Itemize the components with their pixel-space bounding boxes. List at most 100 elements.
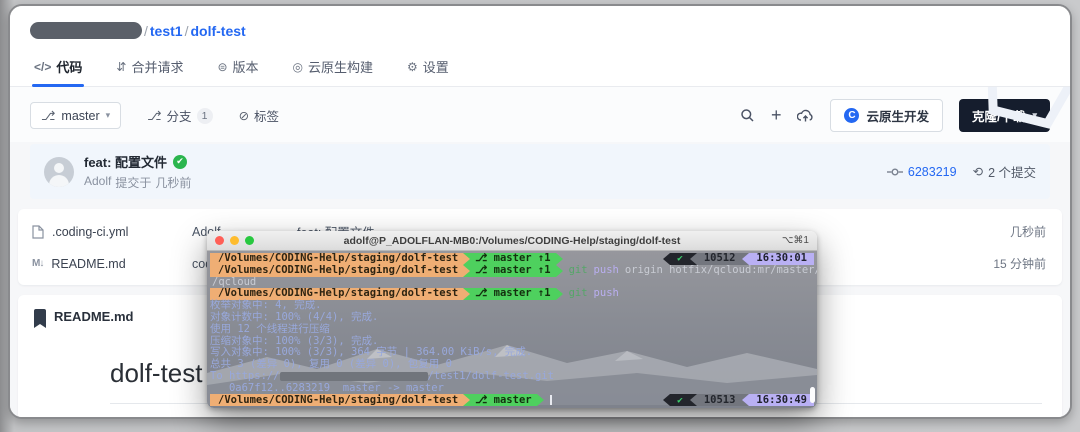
status-ok-icon: ✔ — [670, 394, 690, 407]
maximize-icon[interactable] — [245, 236, 254, 245]
command-subcommand: push — [593, 287, 619, 300]
breadcrumb-separator: / — [184, 22, 189, 39]
toolbar-actions: + C 云原生开发 克隆/下载 ▾ — [740, 99, 1050, 132]
commit-action: 提交于 — [115, 176, 152, 190]
branches-count-badge: 1 — [196, 107, 213, 124]
prompt-branch-segment: ⎇ master ↑1 — [470, 264, 556, 277]
repo-toolbar: ⎇ master ▾ ⎇ 分支 1 ⊘ 标签 + C 云原生开发 克隆/下载 ▾ — [10, 87, 1070, 142]
file-icon — [32, 224, 44, 239]
file-commit-time: 15 分钟前 — [993, 257, 1046, 271]
prompt-branch-segment: ⎇ master — [470, 394, 537, 407]
chevron-down-icon: ▾ — [105, 110, 111, 120]
cloud-native-dev-button[interactable]: C 云原生开发 — [830, 99, 943, 132]
push-destination-prefix: To https:// — [210, 369, 280, 382]
tag-icon: ⊘ — [238, 109, 250, 123]
readme-book-icon — [34, 309, 46, 328]
markdown-file-icon: M↓ — [32, 258, 44, 269]
plus-icon[interactable]: + — [771, 105, 782, 126]
push-destination-suffix: /test1/dolf-test.git — [427, 369, 554, 382]
commit-author: Adolf — [84, 174, 112, 188]
terminal-title: adolf@P_ADOLFLAN-MB0:/Volumes/CODING-Hel… — [343, 234, 681, 247]
command-args: origin hotfix/qcloud:mr/master/hotfix — [624, 263, 817, 276]
commit-hash-link[interactable]: 6283219 — [886, 164, 957, 179]
cloud-native-build-icon: ◎ — [292, 59, 304, 74]
tab-releases[interactable]: ⊜ 版本 — [215, 49, 260, 86]
latest-commit-banner: feat: 配置文件 ✔ Adolf 提交于 几秒前 6283219 ⟲ 2 个… — [30, 144, 1050, 199]
gear-icon: ⚙ — [407, 59, 418, 74]
terminal-cursor — [549, 395, 552, 406]
branch-icon: ⎇ — [41, 109, 56, 123]
chevron-down-icon: ▾ — [1032, 110, 1037, 120]
commit-count-link[interactable]: ⟲ 2 个提交 — [973, 162, 1036, 181]
commit-links: 6283219 ⟲ 2 个提交 — [886, 162, 1036, 181]
tab-settings[interactable]: ⚙ 设置 — [405, 49, 451, 86]
tab-label: 合并请求 — [131, 60, 184, 75]
status-counter: 10513 — [696, 394, 743, 407]
terminal-window[interactable]: adolf@P_ADOLFLAN-MB0:/Volumes/CODING-Hel… — [207, 231, 817, 408]
breadcrumb-separator: / — [144, 22, 148, 39]
merge-icon: ⇵ — [116, 59, 127, 74]
terminal-line: /Volumes/CODING-Help/staging/dolf-test ⎇ … — [210, 263, 817, 277]
code-icon: </> — [34, 59, 52, 74]
terminal-output-line: 对象计数中: 100% (4/4), 完成. — [210, 310, 379, 323]
terminal-output-line: To https:// /test1/dolf-test.git — [210, 369, 814, 383]
tab-merge-requests[interactable]: ⇵ 合并请求 — [114, 49, 185, 86]
close-icon[interactable] — [215, 236, 224, 245]
breadcrumb-project-link[interactable]: test1 — [150, 23, 183, 39]
tab-label: 设置 — [422, 60, 449, 75]
prompt-right-status: ✔ 10513 16:30:49 — [663, 394, 814, 407]
search-icon[interactable] — [740, 108, 755, 123]
repo-tabs: </> 代码 ⇵ 合并请求 ⊜ 版本 ◎ 云原生构建 ⚙ 设置 — [10, 49, 1070, 87]
tab-cloud-native-build[interactable]: ◎ 云原生构建 — [291, 49, 376, 86]
branch-icon: ⎇ — [147, 109, 162, 123]
branch-selector[interactable]: ⎇ master ▾ — [30, 102, 122, 129]
commit-time: 几秒前 — [155, 176, 192, 190]
redacted-host — [279, 372, 428, 382]
tags-label: 标签 — [254, 110, 280, 124]
terminal-scrollbar-thumb[interactable] — [810, 387, 815, 403]
commit-icon — [886, 168, 903, 175]
commit-count-label: 2 个提交 — [988, 166, 1036, 180]
command-subcommand: push — [593, 263, 619, 276]
prompt-path-segment: /Volumes/CODING-Help/staging/dolf-test — [210, 394, 464, 407]
terminal-output-line: 0a67f12..6283219 master -> master — [210, 381, 444, 394]
cloud-upload-icon[interactable] — [797, 109, 814, 123]
ci-success-check-icon[interactable]: ✔ — [173, 154, 188, 169]
commit-message-link[interactable]: feat: 配置文件 — [84, 152, 167, 171]
terminal-shortcut-badge: ⌥⌘1 — [781, 235, 809, 246]
commit-meta: Adolf 提交于 几秒前 — [84, 174, 191, 191]
tab-label: 版本 — [232, 60, 259, 75]
prompt-branch-segment: ⎇ master ↑1 — [470, 288, 556, 301]
terminal-line: /Volumes/CODING-Help/staging/dolf-test ⎇ … — [210, 394, 814, 407]
clone-download-button[interactable]: 克隆/下载 ▾ — [958, 99, 1050, 132]
cloud-native-dev-label: 云原生开发 — [866, 110, 929, 124]
file-name[interactable]: README.md — [51, 257, 125, 271]
commit-hash: 6283219 — [907, 164, 957, 179]
file-commit-time: 几秒前 — [1009, 225, 1046, 239]
readme-filename: README.md — [54, 309, 134, 324]
tab-code[interactable]: </> 代码 — [32, 49, 85, 87]
branch-selector-value: master — [61, 108, 100, 123]
terminal-output-line: 使用 12 个线程进行压缩 — [210, 322, 330, 335]
commit-info: feat: 配置文件 ✔ Adolf 提交于 几秒前 — [84, 152, 191, 191]
tab-label: 云原生构建 — [308, 60, 374, 75]
window-controls — [215, 236, 254, 245]
terminal-titlebar: adolf@P_ADOLFLAN-MB0:/Volumes/CODING-Hel… — [207, 231, 817, 251]
tags-link[interactable]: ⊘ 标签 — [239, 106, 280, 125]
breadcrumb: / test1 / dolf-test — [10, 6, 1070, 49]
release-icon: ⊜ — [217, 59, 228, 74]
minimize-icon[interactable] — [230, 236, 239, 245]
branches-link[interactable]: ⎇ 分支 1 — [147, 106, 213, 125]
cloud-native-dev-logo-icon: C — [844, 108, 860, 123]
file-name[interactable]: .coding-ci.yml — [52, 225, 128, 239]
prompt-path-segment: /Volumes/CODING-Help/staging/dolf-test — [210, 264, 464, 277]
terminal-body[interactable]: /Volumes/CODING-Help/staging/dolf-test ⎇ … — [207, 251, 817, 408]
history-icon: ⟲ — [972, 165, 984, 179]
breadcrumb-repo-link[interactable]: dolf-test — [190, 23, 245, 39]
clone-download-label: 克隆/下载 — [971, 110, 1026, 124]
breadcrumb-team-redacted[interactable] — [30, 22, 142, 39]
repo-header: / test1 / dolf-test </> 代码 ⇵ 合并请求 ⊜ 版本 ◎… — [10, 6, 1070, 87]
avatar — [44, 156, 74, 187]
status-time: 16:30:49 — [749, 394, 814, 407]
branches-label: 分支 — [166, 110, 192, 124]
